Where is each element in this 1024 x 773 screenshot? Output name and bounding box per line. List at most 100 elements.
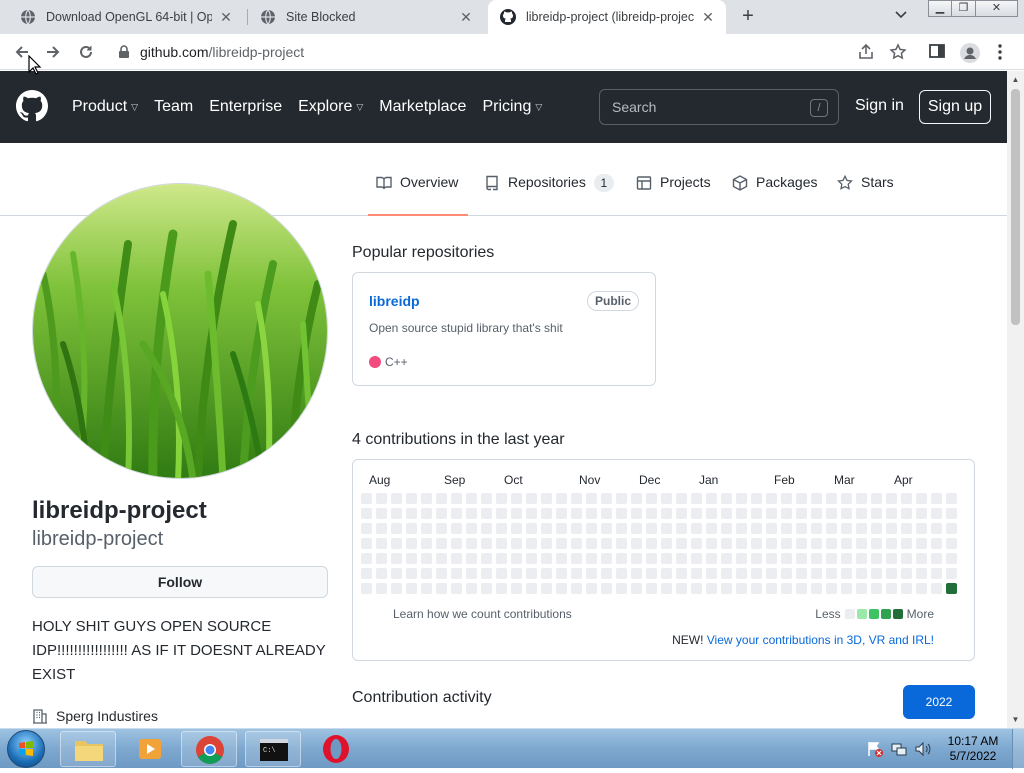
nav-team[interactable]: Team: [154, 98, 193, 116]
contributions-3d-link[interactable]: View your contributions in 3D, VR and IR…: [707, 633, 934, 647]
contribution-day-cell: [391, 553, 402, 564]
contribution-day-cell: [931, 568, 942, 579]
bookmark-star-icon[interactable]: [889, 43, 907, 66]
contribution-day-cell: [646, 538, 657, 549]
reload-icon: [80, 45, 92, 58]
action-center-flag-icon[interactable]: [866, 740, 884, 758]
network-icon[interactable]: [890, 740, 908, 758]
share-icon[interactable]: [857, 43, 875, 66]
contribution-activity-title: Contribution activity: [352, 689, 492, 706]
nav-pricing[interactable]: Pricing ▽: [482, 98, 542, 116]
follow-button[interactable]: Follow: [32, 566, 328, 598]
nav-pricing-label: Pricing: [482, 98, 532, 115]
restore-button[interactable]: ❐: [952, 0, 976, 17]
contribution-day-cell: [781, 523, 792, 534]
contribution-day-cell: [931, 523, 942, 534]
repo-name-link[interactable]: libreidp: [369, 293, 420, 309]
contribution-day-cell: [751, 493, 762, 504]
lock-icon[interactable]: [118, 45, 130, 59]
browser-tab-site-blocked[interactable]: Site Blocked ✕: [248, 0, 484, 34]
taskbar-media-player[interactable]: [122, 731, 178, 767]
nav-marketplace[interactable]: Marketplace: [379, 98, 466, 116]
browser-menu-icon[interactable]: [997, 43, 1003, 66]
contribution-day-cell: [511, 523, 522, 534]
svg-text:C:\: C:\: [263, 747, 276, 755]
contribution-day-cell: [766, 523, 777, 534]
forward-button[interactable]: [41, 40, 65, 64]
contribution-day-cell: [796, 538, 807, 549]
new-tab-button[interactable]: +: [737, 5, 759, 27]
taskbar-cmd[interactable]: C:\: [245, 731, 301, 767]
tab-overview[interactable]: Overview: [368, 174, 468, 216]
scroll-up-arrow-icon[interactable]: ▲: [1007, 71, 1024, 88]
side-panel-icon[interactable]: [929, 43, 945, 64]
forward-arrow-icon: [47, 46, 60, 58]
scroll-down-arrow-icon[interactable]: ▼: [1007, 711, 1024, 728]
minimize-button[interactable]: ▁: [928, 0, 952, 17]
contribution-day-cell: [526, 538, 537, 549]
contribution-day-cell: [526, 508, 537, 519]
contribution-day-cell: [826, 553, 837, 564]
contribution-day-cell: [421, 568, 432, 579]
nav-explore[interactable]: Explore ▽: [298, 98, 363, 116]
contribution-day-cell: [436, 538, 447, 549]
show-desktop-button[interactable]: [1012, 729, 1024, 769]
contribution-day-cell: [751, 538, 762, 549]
volume-icon[interactable]: [914, 740, 932, 758]
search-hotkey-badge: /: [810, 99, 828, 117]
contribution-day-cell: [781, 583, 792, 594]
profile-avatar-icon[interactable]: [960, 43, 980, 68]
taskbar-clock[interactable]: 10:17 AM 5/7/2022: [940, 734, 1006, 764]
contribution-day-cell: [676, 553, 687, 564]
legend-square: [892, 609, 903, 619]
contribution-day-cell: [766, 553, 777, 564]
tab-projects[interactable]: Projects: [636, 174, 711, 216]
profile-name: libreidp-project: [32, 497, 207, 524]
browser-tab-github[interactable]: libreidp-project (libreidp-project) ✕: [488, 0, 726, 34]
contribution-day-cell: [661, 508, 672, 519]
new-feature-notice: NEW! View your contributions in 3D, VR a…: [672, 633, 934, 647]
contribution-day-cell: [556, 583, 567, 594]
profile-avatar[interactable]: [32, 183, 328, 479]
contribution-day-cell: [466, 583, 477, 594]
address-bar[interactable]: github.com/libreidp-project: [106, 38, 918, 66]
contribution-day-cell: [901, 508, 912, 519]
contribution-day-cell: [436, 493, 447, 504]
tab-packages[interactable]: Packages: [732, 174, 817, 216]
close-tab-icon[interactable]: ✕: [700, 9, 716, 26]
nav-enterprise[interactable]: Enterprise: [209, 98, 282, 116]
scrollbar-thumb[interactable]: [1011, 89, 1020, 325]
profile-login: libreidp-project: [32, 528, 164, 550]
tab-stars[interactable]: Stars: [837, 174, 894, 216]
year-2022-button[interactable]: 2022: [903, 685, 975, 719]
nav-product[interactable]: Product ▽: [72, 98, 138, 116]
taskbar-chrome[interactable]: [181, 731, 237, 767]
contribution-day-cell: [571, 523, 582, 534]
browser-tab-opengl[interactable]: Download OpenGL 64-bit | Open ✕: [8, 0, 244, 34]
close-window-button[interactable]: ✕: [976, 0, 1018, 17]
close-tab-icon[interactable]: ✕: [458, 9, 474, 26]
tab-search-chevron-icon[interactable]: [895, 8, 907, 22]
sign-up-button[interactable]: Sign up: [919, 90, 991, 124]
windows-taskbar: C:\ 10:17 AM 5/7/2022: [0, 728, 1024, 769]
reload-button[interactable]: [74, 40, 98, 64]
start-button[interactable]: [7, 730, 45, 768]
sign-in-link[interactable]: Sign in: [855, 97, 904, 115]
contribution-day-cell: [511, 508, 522, 519]
contribution-day-cell: [856, 538, 867, 549]
github-main-nav: Product ▽ Team Enterprise Explore ▽ Market…: [72, 71, 558, 143]
contribution-day-cell: [496, 523, 507, 534]
contribution-grid: [361, 493, 957, 594]
contribution-day-cell: [871, 553, 882, 564]
contribution-day-cell: [466, 553, 477, 564]
learn-contributions-link[interactable]: Learn how we count contributions: [393, 607, 572, 621]
page-scrollbar[interactable]: ▲ ▼: [1007, 71, 1024, 728]
taskbar-explorer[interactable]: [60, 731, 116, 767]
github-search-input[interactable]: Search /: [599, 89, 839, 125]
close-tab-icon[interactable]: ✕: [218, 9, 234, 26]
contribution-day-cell: [916, 508, 927, 519]
taskbar-opera[interactable]: [308, 731, 364, 767]
contribution-day-cell: [736, 508, 747, 519]
tab-repositories[interactable]: Repositories 1: [484, 174, 614, 216]
github-logo-icon[interactable]: [16, 90, 48, 127]
